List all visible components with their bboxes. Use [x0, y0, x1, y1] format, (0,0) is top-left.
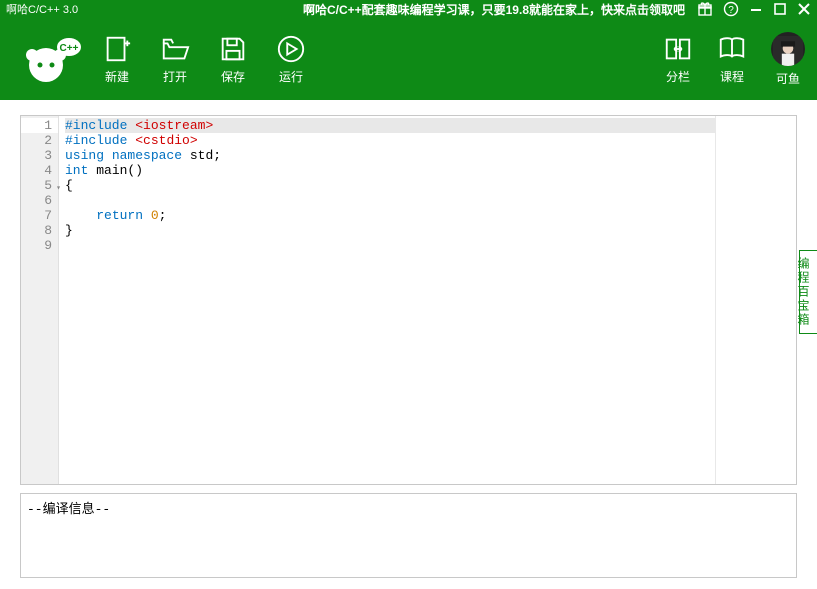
line-number: 9	[21, 238, 58, 253]
avatar	[771, 32, 805, 66]
svg-text:?: ?	[728, 5, 734, 16]
code-line[interactable]: {	[65, 178, 715, 193]
code-editor[interactable]: 12345▾6789 #include <iostream>#include <…	[20, 115, 797, 485]
print-margin	[715, 116, 716, 484]
code-line[interactable]: }	[65, 223, 715, 238]
maximize-icon[interactable]	[773, 2, 787, 16]
run-button[interactable]: 运行	[276, 34, 306, 85]
side-panel-toggle[interactable]: 编程百宝箱	[799, 250, 817, 334]
user-button[interactable]: 可鱼	[771, 32, 805, 87]
app-logo-icon: C++	[12, 29, 92, 89]
line-number: 3	[21, 148, 58, 163]
code-line[interactable]: #include <iostream>	[65, 118, 715, 133]
new-label: 新建	[105, 68, 129, 85]
app-title: 啊哈C/C++ 3.0	[6, 1, 78, 17]
line-number: 4	[21, 163, 58, 178]
course-button[interactable]: 课程	[717, 34, 747, 85]
output-text: --编译信息--	[27, 502, 110, 517]
line-gutter: 12345▾6789	[21, 116, 59, 484]
code-line[interactable]: using namespace std;	[65, 148, 715, 163]
code-line[interactable]: return 0;	[65, 208, 715, 223]
open-label: 打开	[163, 68, 187, 85]
save-label: 保存	[221, 68, 245, 85]
minimize-icon[interactable]	[749, 2, 763, 16]
new-button[interactable]: 新建	[102, 34, 132, 85]
toolbar: C++ 新建 打开 保存 运行 分栏 课程	[0, 18, 817, 100]
title-bar: 啊哈C/C++ 3.0 啊哈C/C++配套趣味编程学习课，只要19.8就能在家上…	[0, 0, 817, 18]
code-line[interactable]	[65, 238, 715, 253]
line-number: 5▾	[21, 178, 58, 193]
line-number: 1	[21, 118, 58, 133]
save-button[interactable]: 保存	[218, 34, 248, 85]
svg-text:C++: C++	[60, 43, 79, 54]
output-panel[interactable]: --编译信息--	[20, 493, 797, 578]
open-button[interactable]: 打开	[160, 34, 190, 85]
help-icon[interactable]: ?	[723, 1, 739, 17]
code-line[interactable]: int main()	[65, 163, 715, 178]
run-label: 运行	[279, 68, 303, 85]
code-content[interactable]: #include <iostream>#include <cstdio>usin…	[59, 116, 715, 484]
code-line[interactable]	[65, 193, 715, 208]
line-number: 6	[21, 193, 58, 208]
gift-icon[interactable]	[697, 1, 713, 17]
line-number: 8	[21, 223, 58, 238]
line-number: 2	[21, 133, 58, 148]
code-line[interactable]: #include <cstdio>	[65, 133, 715, 148]
line-number: 7	[21, 208, 58, 223]
user-label: 可鱼	[776, 70, 800, 87]
promo-text[interactable]: 啊哈C/C++配套趣味编程学习课，只要19.8就能在家上，快来点击领取吧	[303, 1, 685, 18]
split-button[interactable]: 分栏	[663, 34, 693, 85]
close-icon[interactable]	[797, 2, 811, 16]
course-label: 课程	[720, 68, 744, 85]
side-panel-label: 编程百宝箱	[795, 257, 812, 327]
split-label: 分栏	[666, 68, 690, 85]
